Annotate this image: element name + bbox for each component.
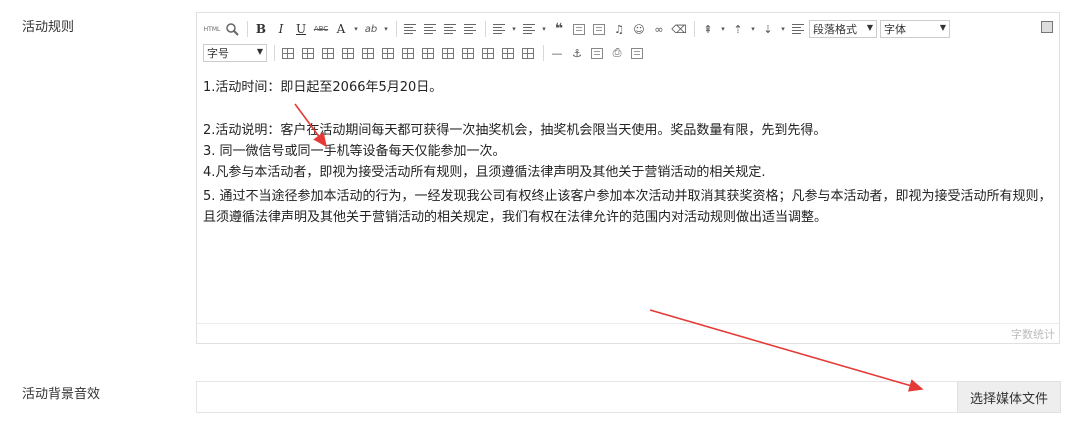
font-family-value: 字体 — [884, 23, 906, 36]
split-cols-icon[interactable] — [519, 44, 537, 62]
align-left-icon[interactable] — [401, 20, 419, 38]
align-justify-icon[interactable] — [461, 20, 479, 38]
toolbar-separator — [543, 45, 544, 61]
preview-icon[interactable] — [628, 44, 646, 62]
align-right-icon[interactable] — [441, 20, 459, 38]
link-icon[interactable]: ∞ — [650, 20, 668, 38]
background-color-dropdown-icon[interactable]: ▾ — [382, 20, 390, 38]
print-icon[interactable]: ⎙ — [608, 44, 626, 62]
toolbar-separator — [247, 21, 248, 37]
strikethrough-button[interactable]: ABC — [312, 20, 330, 38]
editor-content[interactable]: 1.活动时间：即日起至2066年5月20日。 2.活动说明：客户在活动期间每天都… — [203, 77, 1053, 228]
background-color-button[interactable]: ab — [362, 20, 380, 38]
rule-line-1: 1.活动时间：即日起至2066年5月20日。 — [203, 80, 443, 95]
insert-paragraph-before-table-icon[interactable] — [319, 44, 337, 62]
rule-line-4: 4.凡参与本活动者，即视为接受活动所有规则，且须遵循法律声明及其他关于营销活动的… — [203, 165, 766, 180]
merge-cells-icon[interactable] — [419, 44, 437, 62]
rule-line-2: 2.活动说明：客户在活动期间每天都可获得一次抽奖机会，抽奖机会限当天使用。奖品数… — [203, 123, 827, 138]
font-family-select[interactable]: 字体 ▼ — [880, 20, 950, 38]
chevron-down-icon: ▼ — [256, 47, 263, 56]
eraser-icon[interactable]: ⌫ — [670, 20, 688, 38]
line-height-dropdown-icon[interactable]: ▾ — [719, 20, 727, 38]
insert-frame-icon[interactable] — [588, 44, 606, 62]
html-source-button[interactable]: HTML — [203, 20, 221, 38]
insert-row-icon[interactable] — [339, 44, 357, 62]
row-spacing-bottom-icon[interactable]: ⇣ — [759, 20, 777, 38]
attachment-icon[interactable] — [590, 20, 608, 38]
paragraph-format-value: 段落格式 — [813, 23, 857, 36]
blockquote-icon[interactable]: ❝ — [550, 20, 568, 38]
unordered-list-icon[interactable] — [520, 20, 538, 38]
rule-line-5: 5. 通过不当途径参加本活动的行为，一经发现我公司有权终止该客户参加本次活动并取… — [203, 189, 1052, 225]
editor-footer: 字数统计 — [197, 323, 1059, 343]
split-cells-icon[interactable] — [479, 44, 497, 62]
search-replace-icon[interactable] — [223, 20, 241, 38]
rules-label: 活动规则 — [22, 20, 75, 35]
ordered-list-icon[interactable] — [490, 20, 508, 38]
toolbar-separator — [274, 45, 275, 61]
ordered-list-dropdown-icon[interactable]: ▾ — [510, 20, 518, 38]
chevron-down-icon: ▼ — [939, 23, 946, 32]
font-color-button[interactable]: A — [332, 20, 350, 38]
chevron-down-icon: ▼ — [866, 23, 873, 32]
row-spacing-top-dropdown-icon[interactable]: ▾ — [749, 20, 757, 38]
toolbar-separator — [485, 21, 486, 37]
bg-sound-label: 活动背景音效 — [22, 387, 101, 402]
toolbar-row-1: HTML B I U ABC A ▾ ab ▾ ▾ ▾ ❝ ♫ ☺ ∞ ⌫ ⇞ … — [203, 19, 953, 39]
row-spacing-bottom-dropdown-icon[interactable]: ▾ — [779, 20, 787, 38]
unordered-list-dropdown-icon[interactable]: ▾ — [540, 20, 548, 38]
insert-col-icon[interactable] — [379, 44, 397, 62]
toolbar-separator — [396, 21, 397, 37]
toolbar-separator — [694, 21, 695, 37]
horizontal-rule-icon[interactable]: — — [548, 44, 566, 62]
toolbar-row-2: 字号 ▼ — ⚓ ⎙ — [203, 43, 648, 63]
italic-button[interactable]: I — [272, 20, 290, 38]
fullscreen-icon[interactable] — [1041, 21, 1053, 33]
anchor-icon[interactable]: ⚓ — [568, 44, 586, 62]
delete-col-icon[interactable] — [399, 44, 417, 62]
font-size-select[interactable]: 字号 ▼ — [203, 44, 267, 62]
word-count: 字数统计 — [1011, 328, 1055, 341]
table-properties-icon[interactable] — [299, 44, 317, 62]
media-file-input[interactable] — [196, 381, 958, 413]
delete-row-icon[interactable] — [359, 44, 377, 62]
underline-button[interactable]: U — [292, 20, 310, 38]
music-icon[interactable]: ♫ — [610, 20, 628, 38]
merge-down-icon[interactable] — [459, 44, 477, 62]
rich-text-editor: HTML B I U ABC A ▾ ab ▾ ▾ ▾ ❝ ♫ ☺ ∞ ⌫ ⇞ … — [196, 12, 1060, 344]
editor-toolbar: HTML B I U ABC A ▾ ab ▾ ▾ ▾ ❝ ♫ ☺ ∞ ⌫ ⇞ … — [197, 13, 1059, 69]
bold-button[interactable]: B — [252, 20, 270, 38]
emotion-icon[interactable]: ☺ — [630, 20, 648, 38]
insert-table-icon[interactable] — [279, 44, 297, 62]
row-spacing-top-icon[interactable]: ⇡ — [729, 20, 747, 38]
align-center-icon[interactable] — [421, 20, 439, 38]
split-rows-icon[interactable] — [499, 44, 517, 62]
line-height-icon[interactable]: ⇞ — [699, 20, 717, 38]
image-icon[interactable] — [570, 20, 588, 38]
rule-line-3: 3. 同一微信号或同一手机等设备每天仅能参加一次。 — [203, 144, 506, 159]
font-size-value: 字号 — [207, 47, 229, 60]
paragraph-format-select[interactable]: 段落格式 ▼ — [809, 20, 877, 38]
merge-right-icon[interactable] — [439, 44, 457, 62]
indent-icon[interactable] — [789, 20, 807, 38]
font-color-dropdown-icon[interactable]: ▾ — [352, 20, 360, 38]
select-media-button[interactable]: 选择媒体文件 — [957, 381, 1061, 413]
